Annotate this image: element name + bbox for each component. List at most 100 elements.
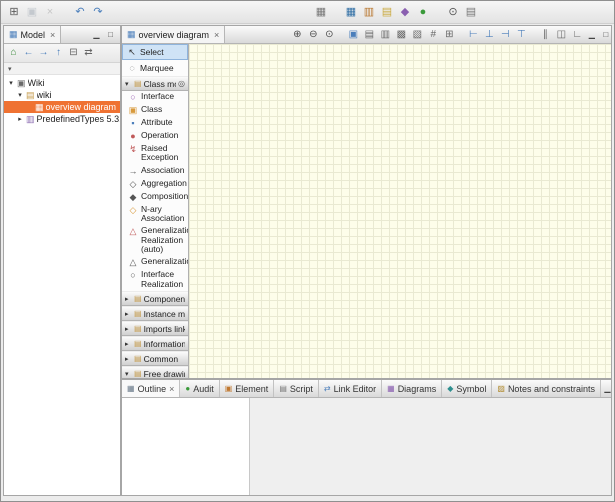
distribute-icon[interactable]: ∥ [537,27,553,42]
palette-item-icon: ○ [128,271,138,280]
palette-drawer-information-flow[interactable]: ▸ ▤ Information Flo... [122,336,188,351]
tab-outline[interactable]: ▦ Outline × [122,380,180,397]
palette-drawer-imports-links[interactable]: ▸ ▤ Imports links [122,321,188,336]
filter-chevron-icon[interactable]: ▾ [8,65,12,73]
zoom-out-icon[interactable]: ⊖ [305,27,321,42]
redo-icon[interactable]: ↷ [89,3,107,21]
minimize-view-icon[interactable]: ▁ [585,29,598,41]
palette-item-icon: ▪ [128,119,138,128]
tree-item-wiki-root[interactable]: ▾ ▣ Wiki [4,77,120,89]
palette-item-interface-realization[interactable]: ○ Interface Realization [122,269,188,291]
palette-item-interface[interactable]: ○ Interface [122,91,188,104]
palette-item-icon: △ [128,227,138,236]
diagram-editor-panel: ▦ overview diagram × ⊕ ⊖ ⊙ ▣ [121,25,612,379]
palette-drawer-free-drawing[interactable]: ▾ ▤ Free drawing [122,366,188,378]
palette-item-aggregation[interactable]: ◇ Aggregation [122,178,188,191]
minimize-view-icon[interactable]: ▁ [90,29,103,41]
tree-expand-icon[interactable]: ▸ [16,115,24,123]
model-view-tab[interactable]: ▦ Model × [4,26,61,43]
palette-tool-marquee[interactable]: ◌ Marquee [122,60,188,76]
palette-drawer-instance-model[interactable]: ▸ ▤ Instance model [122,306,188,321]
maximize-view-icon[interactable]: □ [599,29,612,41]
palette-drawer-class-model[interactable]: ▾ ▤ Class model ◎ [122,76,188,91]
new-model-icon[interactable]: ⊞ [5,3,23,21]
create-document-icon[interactable]: ▤ [378,3,396,21]
tree-item-label: wiki [37,90,52,100]
bottom-tabs: ▦ Outline × ● Audit ▣ Element ▤ [122,380,601,397]
search-icon[interactable]: ⊙ [444,3,462,21]
close-icon[interactable]: × [212,30,219,40]
save-diagram-icon[interactable]: ▣ [345,27,361,42]
snap-grid-icon[interactable]: ⊞ [441,27,457,42]
undo-icon[interactable]: ↶ [71,3,89,21]
palette-item-operation[interactable]: ● Operation [122,130,188,143]
minimize-view-icon[interactable]: ▁ [601,383,614,395]
tab-icon: ▦ [387,385,395,393]
palette-item-nary-association[interactable]: ◇ N-ary Association [122,204,188,226]
link-with-editor-icon[interactable]: ⇄ [81,46,96,61]
palette-item-composition[interactable]: ◆ Composition [122,191,188,204]
up-icon[interactable]: ↑ [51,46,66,61]
page-setup-icon[interactable]: ▧ [409,27,425,42]
palette-tool-select[interactable]: ↖ Select [122,44,188,60]
create-matrix-icon[interactable]: ▥ [360,3,378,21]
outline-miniature-canvas[interactable] [122,398,250,495]
same-size-icon[interactable]: ◫ [553,27,569,42]
maximize-view-icon[interactable]: □ [104,29,117,41]
save-icon[interactable]: ▣ [23,3,41,21]
palette-item-label: Interface Realization [141,270,187,289]
collapse-all-icon[interactable]: ⊟ [66,46,81,61]
tab-notes-constraints[interactable]: ▨ Notes and constraints [492,380,601,397]
palette-item-generalization[interactable]: △ Generalization [122,256,188,269]
palette-item-class[interactable]: ▣ Class [122,104,188,117]
align-center-icon[interactable]: ⊥ [481,27,497,42]
tree-item-overview-diagram[interactable]: ▦ overview diagram [4,101,120,113]
pattern-icon[interactable]: ● [414,3,432,21]
back-icon[interactable]: ← [21,46,36,61]
palette-drawer-component-model[interactable]: ▸ ▤ Component mo... [122,291,188,306]
tab-link-editor[interactable]: ⇄ Link Editor [319,380,382,397]
close-icon[interactable]: × [169,384,174,394]
tree-expand-icon[interactable]: ▾ [16,91,24,99]
pin-icon[interactable]: ◎ [178,79,185,88]
export-image-icon[interactable]: ▥ [377,27,393,42]
diagram-canvas[interactable] [189,44,611,378]
drawer-label: Free drawing [144,369,185,378]
open-matrix-icon[interactable]: ▦ [312,3,330,21]
align-right-icon[interactable]: ⊣ [497,27,513,42]
zoom-in-icon[interactable]: ⊕ [289,27,305,42]
home-icon[interactable]: ⌂ [6,46,21,61]
tab-script[interactable]: ▤ Script [274,380,319,397]
tree-item-icon: ▥ [26,115,35,124]
create-diagram-icon[interactable]: ▦ [342,3,360,21]
align-top-icon[interactable]: ⊤ [513,27,529,42]
palette-drawer-common[interactable]: ▸ ▤ Common [122,351,188,366]
chevron-right-icon: ▸ [125,340,132,348]
show-grid-icon[interactable]: # [425,27,441,42]
tab-symbol[interactable]: ◆ Symbol [442,380,492,397]
palette-item-attribute[interactable]: ▪ Attribute [122,117,188,130]
delete-icon[interactable]: × [41,3,59,21]
tab-label: Link Editor [334,384,377,394]
editor-tab-overview-diagram[interactable]: ▦ overview diagram × [122,26,225,43]
zoom-fit-icon[interactable]: ⊙ [321,27,337,42]
palette-item-raised-exception[interactable]: ↯ Raised Exception [122,143,188,165]
print-icon[interactable]: ▤ [361,27,377,42]
tree-item-predefined-types[interactable]: ▸ ▥ PredefinedTypes 5.3.00 [4,113,120,125]
palette-item-association[interactable]: → Association [122,165,188,178]
tab-audit[interactable]: ● Audit [180,380,219,397]
wizard-icon[interactable]: ◆ [396,3,414,21]
copy-image-icon[interactable]: ▩ [393,27,409,42]
tab-element[interactable]: ▣ Element [220,380,275,397]
link-style-icon[interactable]: ∟ [569,27,585,42]
palette-item-generalization-realization-auto[interactable]: △ Generalization... Realization (auto) [122,225,188,256]
align-left-icon[interactable]: ⊢ [465,27,481,42]
tab-label: Notes and constraints [508,384,595,394]
console-icon[interactable]: ▤ [462,3,480,21]
bottom-window-buttons: ▁ □ [601,383,615,395]
tree-expand-icon[interactable]: ▾ [7,79,15,87]
tab-diagrams[interactable]: ▦ Diagrams [382,380,442,397]
close-icon[interactable]: × [48,30,55,40]
tree-item-wiki-package[interactable]: ▾ ▤ wiki [4,89,120,101]
forward-icon[interactable]: → [36,46,51,61]
